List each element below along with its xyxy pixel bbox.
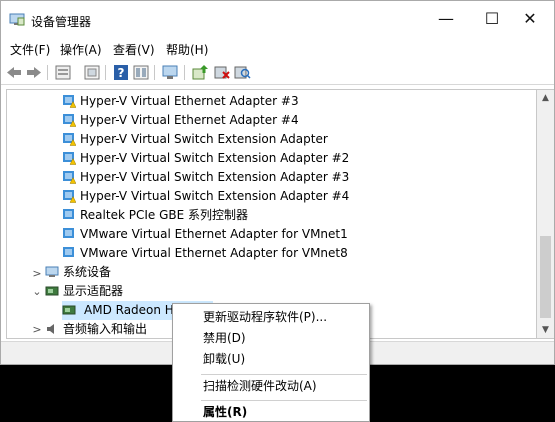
tree-item-label: 音频输入和输出 xyxy=(63,322,148,336)
device-tree: Hyper-V Virtual Ethernet Adapter #3 Hype… xyxy=(6,89,537,339)
toolbar-separator xyxy=(105,65,106,80)
toolbar-separator xyxy=(47,65,48,80)
menu-separator xyxy=(201,374,367,375)
network-adapter-icon xyxy=(63,209,74,219)
menu-separator xyxy=(201,400,367,401)
expand-toggle[interactable]: > xyxy=(32,264,42,283)
tree-item-label: VMware Virtual Ethernet Adapter for VMne… xyxy=(80,227,348,241)
help-icon[interactable]: ? xyxy=(112,64,130,81)
display-adapter-icon xyxy=(62,305,76,315)
toolbar-separator xyxy=(154,65,155,80)
tree-item-label: Hyper-V Virtual Ethernet Adapter #3 xyxy=(80,94,299,108)
forward-arrow-icon[interactable] xyxy=(25,64,43,81)
network-adapter-icon xyxy=(63,247,74,257)
menu-bar: 文件(F) 操作(A) 查看(V) 帮助(H) xyxy=(1,39,554,59)
network-adapter-warning-icon xyxy=(63,152,76,165)
title-bar: 设备管理器 — ☐ ✕ xyxy=(1,1,554,33)
tree-item-label: 显示适配器 xyxy=(63,284,124,298)
scan-hardware-icon[interactable] xyxy=(233,64,251,81)
menu-scan-hardware[interactable]: 扫描检测硬件改动(A) xyxy=(203,377,317,395)
tree-item-label: Hyper-V Virtual Switch Extension Adapter… xyxy=(80,170,350,184)
update-driver-icon[interactable] xyxy=(191,64,209,81)
menu-properties[interactable]: 属性(R) xyxy=(203,403,247,421)
maximize-button[interactable]: ☐ xyxy=(477,7,507,31)
display-adapter-icon xyxy=(45,286,59,296)
minimize-button[interactable]: — xyxy=(431,7,461,31)
network-adapter-warning-icon xyxy=(63,171,76,184)
context-menu: 更新驱动程序软件(P)... 禁用(D) 卸载(U) 扫描检测硬件改动(A) 属… xyxy=(172,303,370,422)
tree-item-label: Hyper-V Virtual Switch Extension Adapter xyxy=(80,132,328,146)
menu-update-driver[interactable]: 更新驱动程序软件(P)... xyxy=(203,308,327,326)
menu-disable[interactable]: 禁用(D) xyxy=(203,329,246,347)
menu-view[interactable]: 查看(V) xyxy=(113,41,155,58)
tree-item-label: Hyper-V Virtual Switch Extension Adapter… xyxy=(80,151,350,165)
svg-text:?: ? xyxy=(118,66,125,80)
tree-item-label: Hyper-V Virtual Switch Extension Adapter… xyxy=(80,189,350,203)
network-adapter-warning-icon xyxy=(63,133,76,146)
scroll-thumb[interactable] xyxy=(540,236,551,318)
menu-file[interactable]: 文件(F) xyxy=(10,41,50,58)
window-title: 设备管理器 xyxy=(31,15,92,29)
tree-item-label: VMware Virtual Ethernet Adapter for VMne… xyxy=(80,246,348,260)
network-adapter-warning-icon xyxy=(63,190,76,203)
view-icon[interactable] xyxy=(132,64,150,81)
tree-item-label: Realtek PCIe GBE 系列控制器 xyxy=(80,208,249,222)
network-adapter-warning-icon xyxy=(63,114,76,127)
collapse-toggle[interactable]: ⌄ xyxy=(32,282,42,301)
tree-item-label: Hyper-V Virtual Ethernet Adapter #4 xyxy=(80,113,299,127)
speaker-icon xyxy=(47,324,54,334)
toolbar-separator xyxy=(184,65,185,80)
device-manager-icon xyxy=(9,13,25,26)
tree-item-label: AMD Radeon HD xyxy=(84,303,184,317)
properties-icon[interactable] xyxy=(54,64,72,81)
vertical-scrollbar[interactable]: ▲ ▼ xyxy=(537,89,554,339)
tree-item-label: 系统设备 xyxy=(63,265,112,279)
menu-uninstall[interactable]: 卸载(U) xyxy=(203,350,245,368)
network-adapter-warning-icon xyxy=(63,95,76,108)
uninstall-device-icon[interactable] xyxy=(213,64,231,81)
scroll-down-icon[interactable]: ▼ xyxy=(537,322,554,338)
close-button[interactable]: ✕ xyxy=(515,7,545,31)
expand-toggle[interactable]: > xyxy=(32,320,42,338)
system-devices-icon xyxy=(45,266,59,277)
menu-help[interactable]: 帮助(H) xyxy=(166,41,208,58)
show-hidden-icon[interactable] xyxy=(83,64,101,81)
network-adapter-icon xyxy=(63,228,74,238)
back-arrow-icon[interactable] xyxy=(5,64,23,81)
menu-action[interactable]: 操作(A) xyxy=(60,41,102,58)
scroll-up-icon[interactable]: ▲ xyxy=(537,90,554,106)
monitor-icon[interactable] xyxy=(161,64,179,81)
toolbar: ? xyxy=(1,61,554,85)
